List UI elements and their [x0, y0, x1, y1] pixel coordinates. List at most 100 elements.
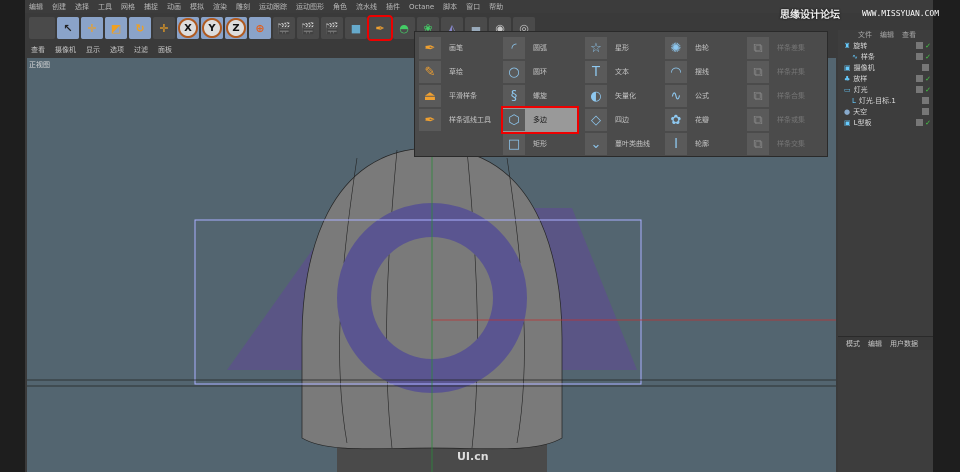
object-row[interactable]: ▣ 摄像机	[838, 62, 933, 73]
spline-menu-item[interactable]: ✿ 花瓣	[665, 108, 745, 132]
menu-item[interactable]: 运动图形	[296, 2, 324, 12]
render-settings-button[interactable]: 🎬	[321, 17, 343, 39]
object-row[interactable]: ● 天空	[838, 106, 933, 117]
x-axis-button[interactable]: X	[177, 17, 199, 39]
spline-menu-item[interactable]: ∿ 公式	[665, 84, 745, 108]
coordinate-system-button[interactable]: ⊕	[249, 17, 271, 39]
menu-item[interactable]: 编辑	[29, 2, 43, 12]
object-visibility-tags[interactable]: ✓	[916, 42, 931, 50]
spline-menu-item[interactable]: I 轮廓	[665, 132, 745, 156]
render-picture-viewer-button[interactable]: 🎬	[297, 17, 319, 39]
object-row[interactable]: ♣ 放样 ✓	[838, 73, 933, 84]
spline-menu-column: ◜ 圆弧 ○ 圆环 § 螺旋 ⬡ 多边 □ 矩形	[501, 36, 583, 156]
spline-2-icon: ○	[503, 61, 525, 83]
view-menu-item[interactable]: 摄像机	[55, 45, 76, 55]
menu-item[interactable]: 渲染	[213, 2, 227, 12]
attributes-tab[interactable]: 用户数据	[890, 339, 918, 349]
menu-item[interactable]: 帮助	[489, 2, 503, 12]
spline-menu-item[interactable]: ⬡ 多边	[501, 106, 579, 134]
x-axis-label: X	[178, 18, 198, 38]
menu-item[interactable]: 窗口	[466, 2, 480, 12]
spline-menu-item[interactable]: ◇ 四边	[585, 108, 665, 132]
view-menu-item[interactable]: 过滤	[134, 45, 148, 55]
menu-item[interactable]: 角色	[333, 2, 347, 12]
spline-3-icon: ⏏	[419, 85, 441, 107]
spline-menu-item[interactable]: ⏏ 平滑样条	[419, 84, 499, 108]
object-visibility-tags[interactable]: ✓	[916, 86, 931, 94]
spline-menu-item[interactable]: ☆ 星形	[585, 36, 665, 60]
render-view-button[interactable]: 🎬	[273, 17, 295, 39]
scale-tool-button[interactable]: ◩	[105, 17, 127, 39]
y-axis-button[interactable]: Y	[201, 17, 223, 39]
view-menu-item[interactable]: 选项	[110, 45, 124, 55]
spline-menu-item[interactable]: ◠ 摆线	[665, 60, 745, 84]
spline-menu-item[interactable]: T 文本	[585, 60, 665, 84]
object-row[interactable]: ▣ L型板 ✓	[838, 117, 933, 128]
object-visibility-tags[interactable]: ✓	[916, 119, 931, 127]
menu-item[interactable]: 工具	[98, 2, 112, 12]
object-row[interactable]: ▭ 灯光 ✓	[838, 84, 933, 95]
view-menu-item[interactable]: 显示	[86, 45, 100, 55]
view-menu-item[interactable]: 查看	[31, 45, 45, 55]
spline-menu-item[interactable]: ✒ 样条弧线工具	[419, 108, 499, 132]
menu-item[interactable]: 脚本	[443, 2, 457, 12]
spline-menu-label: 文本	[615, 68, 629, 76]
undo-button[interactable]	[29, 17, 55, 39]
menu-item[interactable]: Octane	[409, 3, 434, 11]
menu-item[interactable]: 选择	[75, 2, 89, 12]
spline-menu-item[interactable]: ⧉ 样条并集	[747, 60, 827, 84]
spline-menu-item[interactable]: ✺ 齿轮	[665, 36, 745, 60]
menu-item[interactable]: 流水线	[356, 2, 377, 12]
spline-5-icon: □	[503, 133, 525, 155]
object-row[interactable]: L 灯光.目标.1	[838, 95, 933, 106]
spline-menu-item[interactable]: ◜ 圆弧	[503, 36, 583, 60]
select-tool-button[interactable]: ↖	[57, 17, 79, 39]
object-icon: L	[852, 96, 856, 105]
object-name: L型板	[853, 118, 872, 127]
object-name: 灯光	[853, 85, 868, 94]
object-manager-menu[interactable]: 编辑	[880, 30, 894, 40]
pen-spline-button[interactable]: ✒	[367, 15, 393, 41]
menu-item[interactable]: 捕捉	[144, 2, 158, 12]
menu-item[interactable]: 网格	[121, 2, 135, 12]
move-tool-button[interactable]: ✛	[81, 17, 103, 39]
object-manager-menu[interactable]: 文件	[858, 30, 872, 40]
spline-menu-label: 样条弧线工具	[449, 116, 491, 124]
subdivision-button[interactable]: ◓	[393, 17, 415, 39]
view-menu-item[interactable]: 面板	[158, 45, 172, 55]
object-name: 样条	[860, 52, 875, 61]
spline-menu-item[interactable]: ⧉ 样条交集	[747, 132, 827, 156]
object-visibility-tags[interactable]: ✓	[916, 75, 931, 83]
spline-menu-item[interactable]: ○ 圆环	[503, 60, 583, 84]
object-name: 灯光.目标.1	[858, 96, 896, 105]
attributes-tab[interactable]: 模式	[846, 339, 860, 349]
spline-menu-item[interactable]: ◐ 矢量化	[585, 84, 665, 108]
object-manager-menu[interactable]: 查看	[902, 30, 916, 40]
spline-menu-item[interactable]: ⧉ 样条或集	[747, 108, 827, 132]
menu-item[interactable]: 运动跟踪	[259, 2, 287, 12]
menu-item[interactable]: 创建	[52, 2, 66, 12]
spline-menu-item[interactable]: ✒ 画笔	[419, 36, 499, 60]
object-visibility-tags[interactable]	[922, 97, 931, 104]
menu-item[interactable]: 动画	[167, 2, 181, 12]
spline-menu-item[interactable]: ⧉ 样条差集	[747, 36, 827, 60]
z-axis-label: Z	[226, 18, 246, 38]
menu-item[interactable]: 模拟	[190, 2, 204, 12]
cube-object-button[interactable]: ■	[345, 17, 367, 39]
menu-item[interactable]: 插件	[386, 2, 400, 12]
spline-menu-item[interactable]: § 螺旋	[503, 84, 583, 108]
object-visibility-tags[interactable]: ✓	[916, 53, 931, 61]
object-visibility-tags[interactable]	[922, 64, 931, 71]
object-row[interactable]: ♜ 旋转 ✓	[838, 40, 933, 51]
z-axis-button[interactable]: Z	[225, 17, 247, 39]
object-row[interactable]: ∿ 样条 ✓	[838, 51, 933, 62]
recent-tool-button[interactable]: ✛	[153, 17, 175, 39]
spline-menu-item[interactable]: ⧉ 样条合集	[747, 84, 827, 108]
object-visibility-tags[interactable]	[922, 108, 931, 115]
rotate-tool-button[interactable]: ↻	[129, 17, 151, 39]
spline-menu-item[interactable]: ⌄ 蔓叶类曲线	[585, 132, 665, 156]
menu-item[interactable]: 雕刻	[236, 2, 250, 12]
attributes-tab[interactable]: 编辑	[868, 339, 882, 349]
spline-menu-item[interactable]: ✎ 草绘	[419, 60, 499, 84]
spline-menu-item[interactable]: □ 矩形	[503, 132, 583, 156]
